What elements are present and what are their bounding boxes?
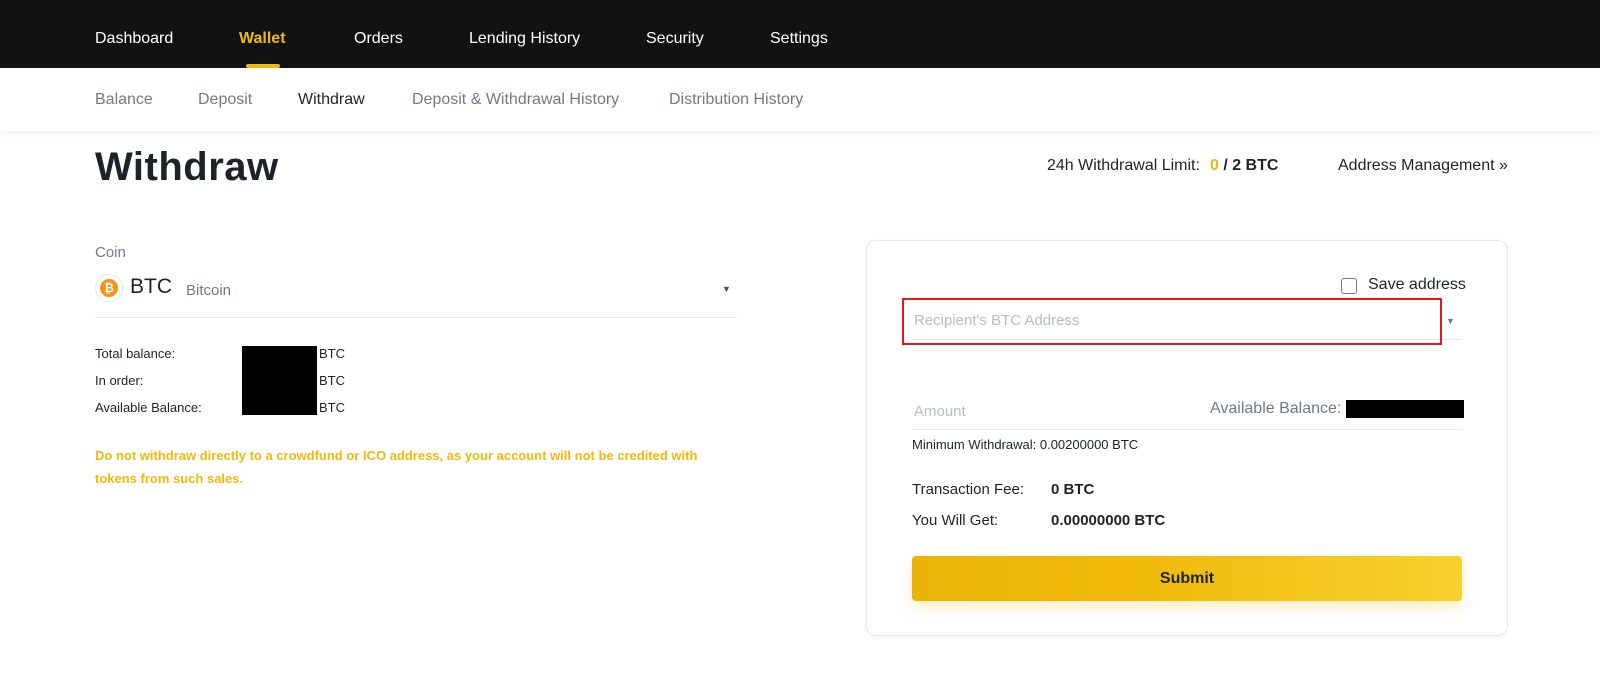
minimum-withdrawal: Minimum Withdrawal: 0.00200000 BTC (912, 437, 1139, 452)
nav-security[interactable]: Security (646, 0, 704, 68)
available-balance-unit: BTC (319, 400, 345, 415)
redacted-available-balance (1346, 400, 1464, 418)
you-will-get-value: 0.00000000 BTC (1051, 512, 1166, 529)
withdrawal-limit: 24h Withdrawal Limit: 0 / 2 BTC (1047, 157, 1278, 175)
total-balance-label: Total balance: (95, 346, 176, 361)
bitcoin-glyph: ₿ (100, 279, 118, 297)
address-dropdown-icon[interactable]: ▼ (1446, 316, 1455, 326)
coin-symbol: BTC (130, 275, 172, 298)
transaction-fee-value: 0 BTC (1051, 481, 1095, 498)
recipient-address-input[interactable] (912, 300, 1432, 340)
top-nav: Dashboard Wallet Orders Lending History … (0, 0, 1600, 68)
save-address-label[interactable]: Save address (1368, 276, 1466, 294)
available-balance-label: Available Balance: (95, 400, 202, 415)
withdrawal-limit-used: 0 (1209, 157, 1219, 174)
nav-wallet[interactable]: Wallet (239, 0, 286, 68)
amount-input[interactable] (912, 394, 1192, 428)
form-available-balance-label: Available Balance: (1210, 400, 1342, 417)
coin-name: Bitcoin (186, 282, 232, 299)
withdrawal-limit-label: 24h Withdrawal Limit: (1047, 157, 1200, 174)
address-management-link[interactable]: Address Management » (1338, 157, 1508, 175)
submit-button[interactable]: Submit (912, 556, 1462, 601)
bitcoin-icon: ₿ (95, 274, 123, 302)
tab-deposit-withdrawal-history[interactable]: Deposit & Withdrawal History (412, 68, 619, 131)
page-title: Withdraw (95, 145, 279, 189)
nav-settings[interactable]: Settings (770, 0, 828, 68)
total-balance-unit: BTC (319, 346, 345, 361)
address-field (912, 300, 1462, 340)
coin-label: Coin (95, 244, 126, 261)
tab-balance[interactable]: Balance (95, 68, 153, 131)
save-address-checkbox[interactable] (1341, 278, 1357, 294)
tab-deposit[interactable]: Deposit (198, 68, 252, 131)
redacted-balance-values (242, 346, 317, 415)
chevron-down-icon: ▼ (722, 284, 731, 294)
ico-warning-text: Do not withdraw directly to a crowdfund … (95, 448, 698, 486)
coin-select[interactable]: ₿ BTC Bitcoin ▼ (95, 270, 737, 318)
nav-orders[interactable]: Orders (354, 0, 403, 68)
tab-withdraw[interactable]: Withdraw (298, 68, 365, 131)
you-will-get-label: You Will Get: (912, 512, 999, 529)
in-order-label: In order: (95, 373, 144, 388)
tab-distribution-history[interactable]: Distribution History (669, 68, 803, 131)
sub-nav: Balance Deposit Withdraw Deposit & Withd… (0, 68, 1600, 131)
nav-dashboard[interactable]: Dashboard (95, 0, 173, 68)
nav-lending-history[interactable]: Lending History (469, 0, 580, 68)
transaction-fee-label: Transaction Fee: (912, 481, 1024, 498)
withdrawal-limit-total: / 2 BTC (1223, 157, 1279, 174)
in-order-unit: BTC (319, 373, 345, 388)
